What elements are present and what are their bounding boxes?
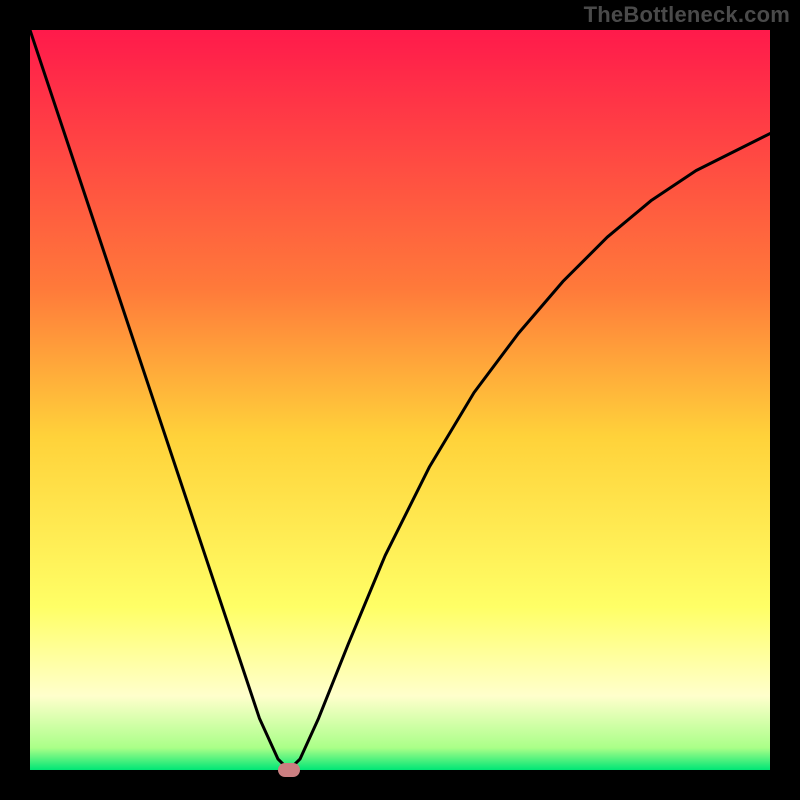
plot-area: [30, 30, 770, 770]
watermark-text: TheBottleneck.com: [584, 2, 790, 28]
chart-svg: [30, 30, 770, 770]
chart-background: [30, 30, 770, 770]
chart-frame: TheBottleneck.com: [0, 0, 800, 800]
bottleneck-marker: [278, 763, 300, 777]
